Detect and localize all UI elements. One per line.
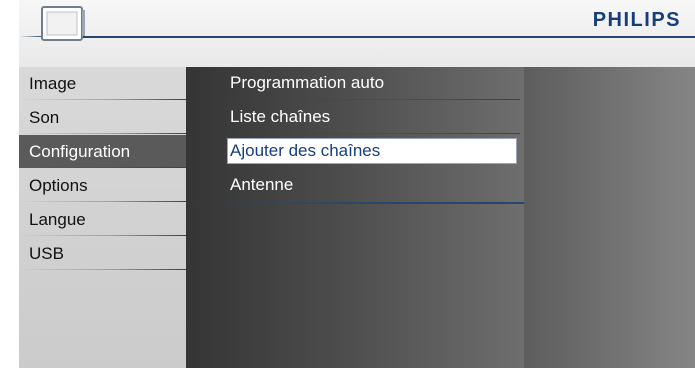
sub-item-label: Ajouter des chaînes — [230, 141, 381, 160]
sub-item-label: Programmation auto — [230, 73, 385, 92]
menu-item-label: Langue — [29, 210, 86, 229]
menu-item-label: Image — [29, 74, 77, 93]
sub-menu-separator — [186, 133, 520, 134]
sub-menu-bottom-line — [186, 202, 524, 204]
menu-separator — [19, 235, 186, 236]
sub-item-antenne[interactable]: Antenne — [186, 169, 520, 202]
menu-item-label: Son — [29, 108, 60, 127]
menu-item-configuration[interactable]: Configuration — [19, 135, 186, 168]
menu-separator — [19, 269, 186, 270]
main-menu: Image Son Configuration Options Langue U… — [19, 67, 186, 368]
sub-item-label: Antenne — [230, 175, 294, 194]
sub-item-liste-chaines[interactable]: Liste chaînes — [186, 101, 520, 134]
sub-menu: Programmation auto Liste chaînes Ajouter… — [186, 67, 524, 368]
brand-logo: PHILIPS — [592, 9, 681, 31]
menu-separator — [19, 167, 186, 168]
header-bar: PHILIPS — [19, 0, 695, 67]
menu-item-langue[interactable]: Langue — [19, 203, 186, 236]
header-divider — [59, 36, 695, 38]
menu-item-label: Configuration — [29, 142, 131, 161]
sub-item-label: Liste chaînes — [230, 107, 331, 126]
tv-icon — [41, 6, 85, 41]
menu-separator — [19, 201, 186, 202]
tv-menu-screen: PHILIPS Image Son Configuration Options … — [19, 0, 695, 368]
menu-item-label: Options — [29, 176, 88, 195]
menu-separator — [19, 133, 186, 134]
sub-menu-separator — [186, 99, 520, 100]
menu-item-usb[interactable]: USB — [19, 237, 186, 270]
sub-item-ajouter-des-chaines[interactable]: Ajouter des chaînes — [227, 138, 517, 164]
menu-item-label: USB — [29, 244, 64, 263]
menu-item-options[interactable]: Options — [19, 169, 186, 202]
sub-item-programmation-auto[interactable]: Programmation auto — [186, 67, 520, 100]
menu-separator — [19, 99, 186, 100]
menu-item-image[interactable]: Image — [19, 67, 186, 100]
menu-item-son[interactable]: Son — [19, 101, 186, 134]
info-panel — [524, 67, 695, 368]
